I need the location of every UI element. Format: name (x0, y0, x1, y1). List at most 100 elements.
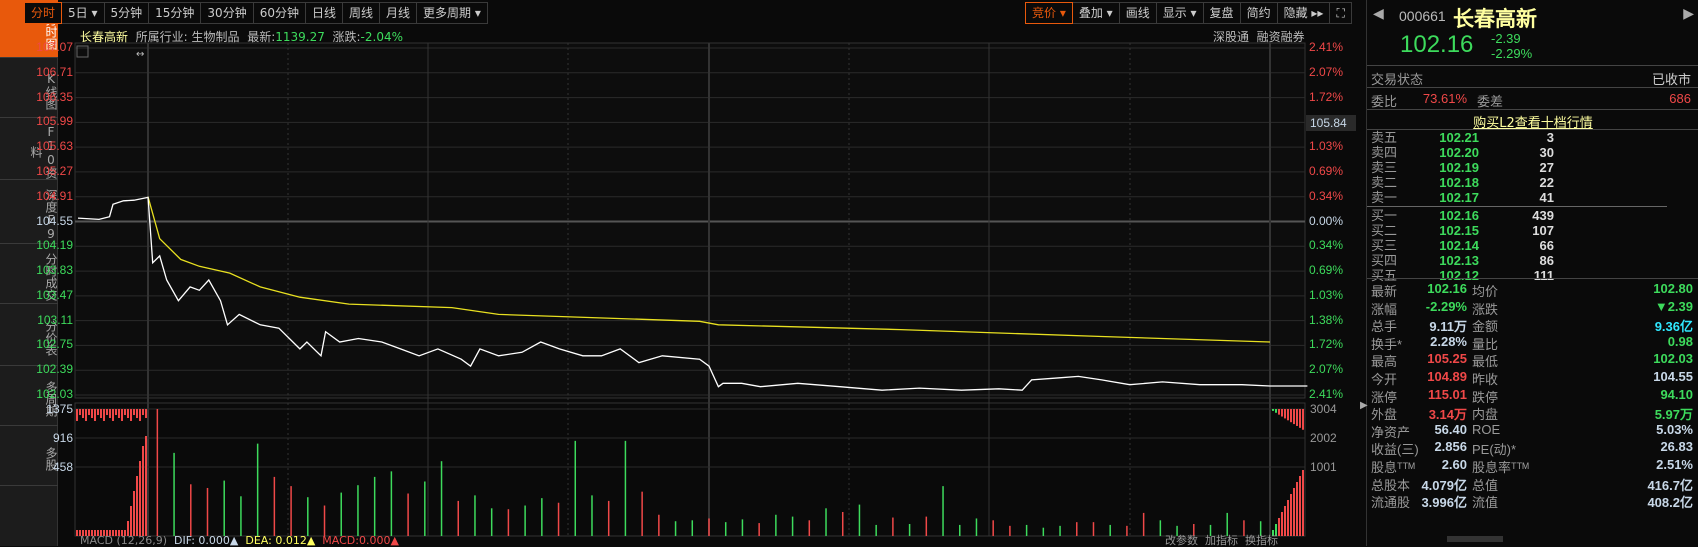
pct-tick: 2.41% (1309, 387, 1344, 401)
intraday-chart[interactable]: ↔ (0, 0, 1366, 546)
next-stock-arrow-icon[interactable]: ▶ (1683, 6, 1694, 22)
stat-value: 9.11万 (1429, 319, 1467, 335)
stat-value: 26.83 (1660, 439, 1693, 455)
level-volume: 107 (1532, 223, 1554, 238)
level-price: 102.20 (1439, 145, 1479, 160)
stat-value: 2.51% (1656, 457, 1693, 472)
stat-value: 0.98 (1667, 333, 1693, 349)
bid-row[interactable]: 买三 102.14 66 (1367, 239, 1698, 253)
stat-value: 102.80 (1653, 281, 1693, 296)
level-volume: 22 (1539, 175, 1554, 190)
expand-panel-arrow-icon[interactable]: ▶ (1360, 400, 1368, 411)
pct-tick: 1.72% (1309, 337, 1344, 352)
price-change: -2.39 (1491, 31, 1521, 46)
stat-value: 3.14万 (1428, 407, 1467, 423)
price-tick: 102.03 (36, 387, 73, 401)
prev-stock-arrow-icon[interactable]: ◀ (1373, 6, 1384, 22)
stat-label: 最新 (1371, 284, 1398, 299)
pct-tick: 1.38% (1309, 312, 1344, 327)
ask-row[interactable]: 卖五 102.21 3 (1367, 131, 1698, 145)
pct-tick: 0.34% (1309, 238, 1344, 253)
stat-value: 4.079亿 (1421, 477, 1467, 493)
volume-plot-frame (74, 402, 1306, 537)
bid-row[interactable]: 买一 102.16 439 (1367, 209, 1698, 223)
period-tab-0[interactable]: 分时 (24, 2, 63, 24)
pct-tick: 0.69% (1309, 163, 1344, 178)
stat-label: 股息率ᵀᵀᴹ (1472, 460, 1529, 475)
ask-row[interactable]: 卖一 102.17 41 (1367, 191, 1698, 205)
price-tick: 105.63 (36, 139, 73, 154)
level-label: 卖三 (1371, 160, 1398, 175)
volume-tick: 1375 (46, 402, 73, 416)
stat-label: 总手 (1371, 319, 1398, 335)
ask-row[interactable]: 卖三 102.19 27 (1367, 161, 1698, 175)
ask-row[interactable]: 卖四 102.20 30 (1367, 146, 1698, 160)
auction-volume-tick: 3004 (1310, 402, 1337, 416)
stat-label: 量比 (1472, 336, 1499, 352)
cursor-price-label: 105.84 (1306, 115, 1356, 131)
auction-volume-tick: 1001 (1310, 460, 1337, 474)
ask-row[interactable]: 卖二 102.18 22 (1367, 176, 1698, 190)
stat-label: 内盘 (1472, 407, 1499, 423)
pct-tick: 2.07% (1309, 362, 1344, 377)
macd-label[interactable]: MACD (12,26,9) (80, 534, 167, 547)
level-label: 买四 (1371, 253, 1398, 268)
stat-label: 金额 (1472, 319, 1499, 335)
switch-indicator-button[interactable]: 换指标 (1245, 534, 1278, 547)
stat-label: 今开 (1371, 372, 1398, 387)
price-tick: 103.47 (36, 287, 73, 302)
level-label: 买一 (1371, 208, 1398, 223)
stat-value: -2.29% (1425, 298, 1467, 314)
stat-value: 94.10 (1660, 386, 1693, 402)
stat-label: 股息ᵀᵀᴹ (1371, 460, 1415, 475)
level-price: 102.15 (1439, 223, 1479, 238)
pct-tick: 2.41% (1309, 40, 1344, 54)
stat-value: ▼2.39 (1654, 298, 1693, 314)
stat-value: 2.856 (1434, 439, 1467, 455)
stat-label: 流通股 (1371, 495, 1411, 511)
level-volume: 439 (1532, 208, 1554, 223)
bid-row[interactable]: 买四 102.13 86 (1367, 254, 1698, 268)
order-ratio-label: 委比 (1371, 94, 1398, 109)
level-volume: 111 (1533, 268, 1554, 283)
stat-value: 104.55 (1653, 369, 1693, 384)
stat-value: 5.97万 (1654, 407, 1693, 423)
stat-label: 均价 (1472, 284, 1499, 299)
level-label: 卖一 (1371, 190, 1398, 205)
level-label: 卖五 (1371, 130, 1398, 145)
level-label: 卖四 (1371, 145, 1398, 160)
stat-value: 5.03% (1656, 421, 1693, 437)
stat-label: 涨幅 (1371, 301, 1398, 317)
macd-value: MACD:0.000▲ (322, 534, 399, 547)
auction-volume-tick: 2002 (1310, 431, 1337, 445)
stat-label: 外盘 (1371, 407, 1398, 423)
pct-tick: 1.03% (1309, 139, 1344, 154)
stat-label: 总股本 (1371, 477, 1411, 493)
volume-tick: 458 (52, 460, 73, 474)
stat-value: 416.7亿 (1647, 477, 1693, 493)
level-volume: 66 (1539, 238, 1554, 253)
stat-label: 换手* (1371, 336, 1403, 352)
stat-value: 115.01 (1427, 386, 1467, 402)
stat-label: 最高 (1371, 354, 1398, 370)
tool-button-0[interactable]: 竞价 ▾ (1025, 2, 1073, 24)
stat-label: 收益(三) (1371, 442, 1419, 458)
collapse-handle[interactable] (1447, 536, 1503, 542)
level-price: 102.13 (1439, 253, 1479, 268)
edit-params-button[interactable]: 改参数 (1165, 534, 1198, 547)
price-tick: 104.91 (36, 188, 73, 203)
price-tick: 102.75 (36, 337, 73, 352)
add-indicator-button[interactable]: 加指标 (1205, 534, 1238, 547)
stat-label: 流值 (1472, 495, 1499, 511)
price-tick: 102.39 (36, 362, 73, 377)
level-volume: 27 (1539, 160, 1554, 175)
level-price: 102.18 (1439, 175, 1479, 190)
stat-value: 2.28% (1430, 333, 1467, 349)
stat-label: PE(动)* (1472, 442, 1517, 458)
stat-value: 105.25 (1427, 351, 1467, 367)
bid-row[interactable]: 买五 102.12 111 (1367, 269, 1698, 283)
bid-row[interactable]: 买二 102.15 107 (1367, 224, 1698, 238)
pct-tick: 1.72% (1309, 89, 1344, 104)
stat-value: 102.16 (1427, 281, 1467, 296)
last-price: 102.16 (1400, 31, 1474, 58)
